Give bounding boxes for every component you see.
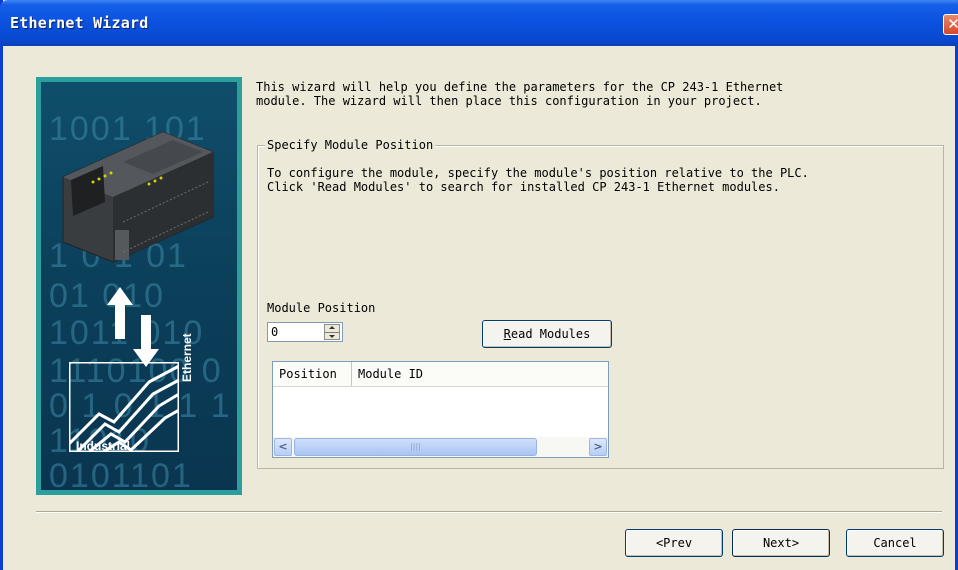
close-icon: ✕ xyxy=(947,15,958,33)
intro-text: This wizard will help you define the par… xyxy=(256,80,784,108)
read-modules-label: ead Modules xyxy=(510,327,591,341)
modules-list[interactable]: Position Module ID < |||| > xyxy=(272,361,609,458)
module-position-group: Specify Module Position To configure the… xyxy=(257,138,944,469)
next-button[interactable]: Next> xyxy=(732,529,830,557)
ethernet-label: Ethernet xyxy=(180,333,194,382)
window-title: Ethernet Wizard xyxy=(10,14,149,32)
module-position-spinner[interactable]: 0 xyxy=(267,322,343,342)
read-modules-button[interactable]: Read Modules xyxy=(482,320,612,348)
footer-divider xyxy=(36,511,942,513)
wizard-banner-image: 1001 101 1 0 1 01 01 010 1011 010 111010… xyxy=(36,77,242,495)
column-header-module-id[interactable]: Module ID xyxy=(352,362,608,386)
cancel-button[interactable]: Cancel xyxy=(846,529,944,557)
industrial-label: Industrial xyxy=(76,439,131,453)
banner-graphic: 1001 101 1 0 1 01 01 010 1011 010 111010… xyxy=(41,82,237,490)
transfer-arrows-icon xyxy=(107,287,159,367)
spin-down-icon[interactable] xyxy=(329,335,335,338)
spin-divider xyxy=(325,332,339,333)
scroll-left-icon[interactable]: < xyxy=(274,438,292,456)
read-modules-mnemonic: R xyxy=(503,327,511,341)
horizontal-scrollbar[interactable]: < |||| > xyxy=(273,437,608,457)
module-position-label: Module Position xyxy=(267,301,376,315)
prev-button[interactable]: <Prev xyxy=(625,529,723,557)
scroll-right-icon[interactable]: > xyxy=(589,438,607,456)
close-button[interactable]: ✕ xyxy=(943,14,958,35)
group-description: To configure the module, specify the mod… xyxy=(267,166,809,194)
plc-module-icon xyxy=(62,131,214,263)
module-position-value: 0 xyxy=(271,325,279,339)
list-header: Position Module ID xyxy=(273,362,608,387)
spinner-buttons[interactable] xyxy=(324,324,340,340)
binary-row: 0101101 xyxy=(49,457,193,490)
group-title: Specify Module Position xyxy=(265,138,436,152)
column-header-position[interactable]: Position xyxy=(273,362,352,386)
title-bar[interactable]: Ethernet Wizard ✕ xyxy=(0,0,958,46)
scroll-thumb[interactable]: |||| xyxy=(294,438,537,456)
spin-up-icon[interactable] xyxy=(329,326,335,329)
